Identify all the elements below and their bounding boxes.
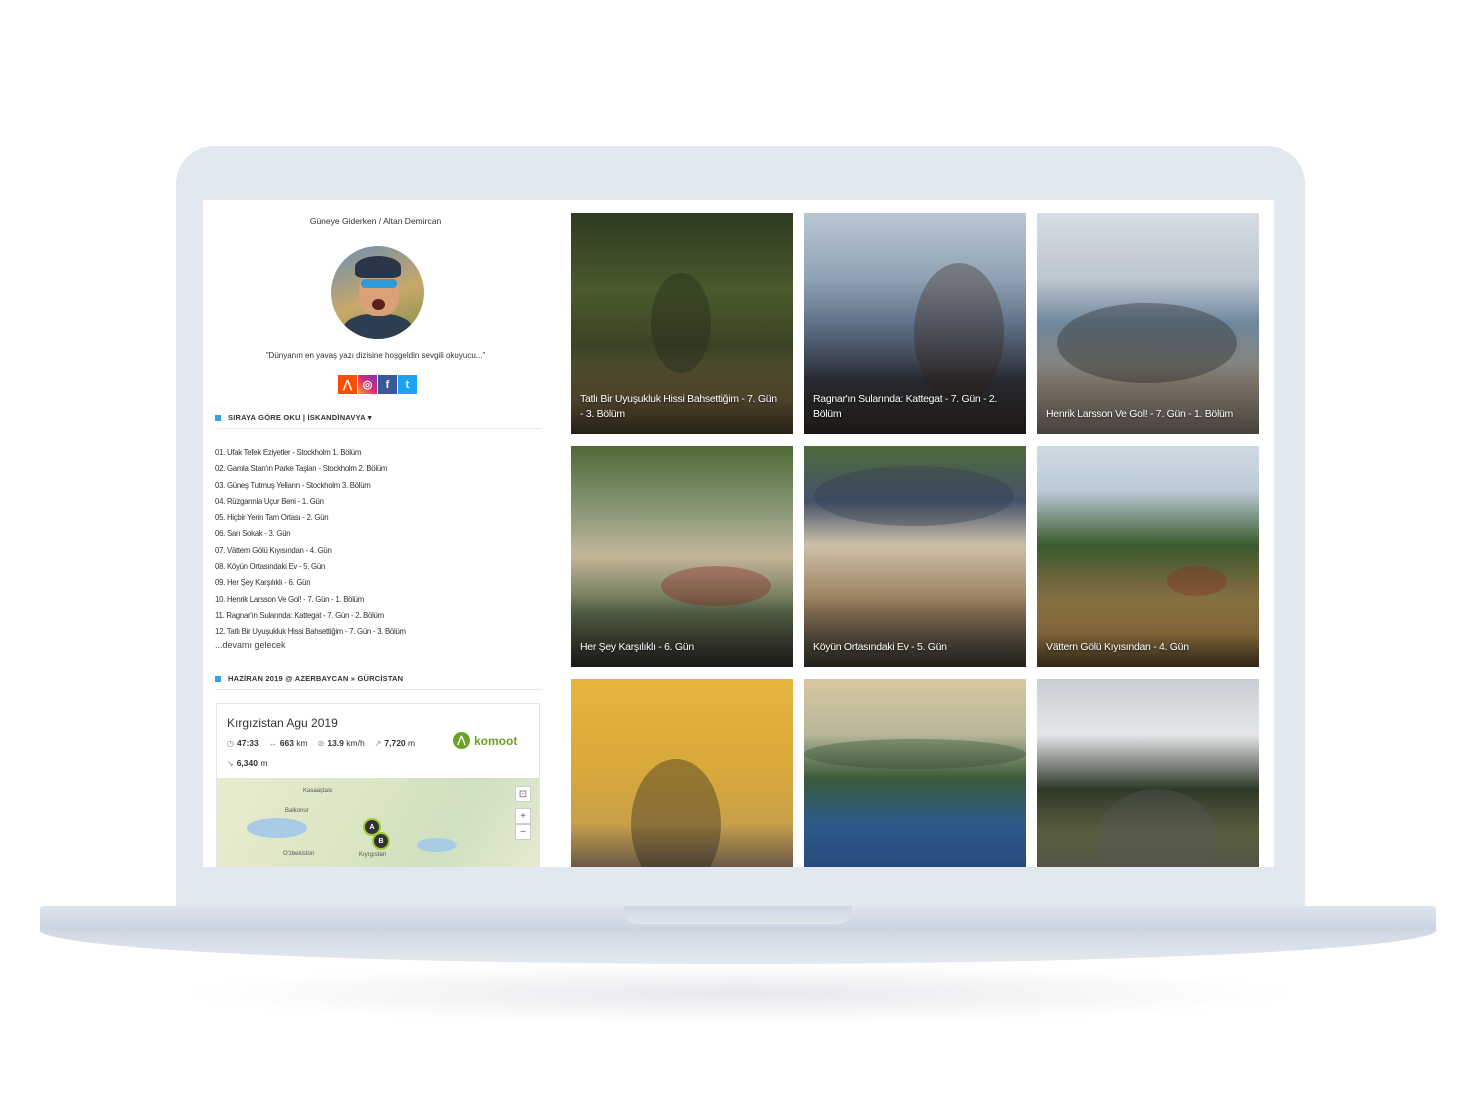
twitter-icon[interactable]: t — [398, 375, 417, 394]
gallery-tile[interactable]: Vättern Gölü Kıyısından - 4. Gün — [1037, 446, 1259, 667]
strava-icon[interactable]: ⋀ — [338, 375, 357, 394]
avatar — [331, 246, 424, 339]
post-link[interactable]: 03. Güneş Tutmuş Yelların - Stockholm 3.… — [215, 477, 406, 493]
laptop-bottom — [40, 930, 1436, 964]
laptop-screen: Güneye Giderken / Altan Demircan "Dünyan… — [203, 200, 1274, 867]
post-link[interactable]: 08. Köyün Ortasındaki Ev - 5. Gün — [215, 558, 406, 574]
facebook-icon[interactable]: f — [378, 375, 397, 394]
map-label: Balkonur — [285, 808, 309, 814]
post-link[interactable]: 11. Ragnar'ın Sularında: Kattegat - 7. G… — [215, 607, 406, 623]
komoot-icon: ⋀ — [453, 732, 470, 749]
tile-caption: Vättern Gölü Kıyısından - 4. Gün — [1046, 641, 1189, 653]
distance-icon: ↔ — [268, 739, 277, 748]
komoot-widget[interactable]: Kırgızistan Agu 2019 ⋀ komoot ◷ 47:33 ↔ 66… — [216, 703, 540, 867]
zoom-out-button[interactable]: − — [515, 824, 531, 840]
post-list: 01. Ufak Tefek Eziyetler - Stockholm 1. … — [215, 444, 422, 640]
gallery-tile[interactable]: Henrik Larsson Ve Gol! - 7. Gün - 1. Böl… — [1037, 213, 1259, 434]
gallery-tile[interactable]: Ragnar'ın Sularında: Kattegat - 7. Gün -… — [804, 213, 1026, 434]
route-end-pin[interactable]: B — [372, 832, 390, 850]
series-heading-label: SIRAYA GÖRE OKU | İSKANDİNAVYA ▾ — [228, 413, 372, 422]
laptop-notch — [624, 906, 852, 924]
gallery-tile[interactable] — [1037, 679, 1259, 867]
komoot-brand: komoot — [474, 733, 518, 748]
tour-title[interactable]: Kırgızistan Agu 2019 — [227, 716, 338, 730]
tour-distance: 663 — [279, 738, 294, 748]
clock-icon: ◷ — [227, 739, 234, 748]
gallery-tile[interactable]: Köyün Ortasındaki Ev - 5. Gün — [804, 446, 1026, 667]
trip-heading-label: HAZİRAN 2019 @ AZERBAYCAN » GÜRCİSTAN — [228, 674, 404, 683]
welcome-quote: "Dünyanın en yavaş yazı dizisine hoşgeld… — [265, 351, 486, 360]
post-link[interactable]: 12. Tatlı Bir Uyuşukluk Hissi Bahsettiği… — [215, 623, 406, 639]
post-link[interactable]: 07. Vättern Gölü Kıyısından - 4. Gün — [215, 542, 406, 558]
tile-caption: Her Şey Karşılıklı - 6. Gün — [580, 641, 694, 653]
descent-unit: m — [260, 758, 268, 768]
map-label: O'zbekiston — [283, 851, 315, 857]
recenter-button[interactable]: ⊡ — [515, 786, 531, 802]
gallery-tile[interactable] — [571, 679, 793, 867]
gallery-tile[interactable] — [804, 679, 1026, 867]
distance-unit: km — [296, 738, 308, 748]
gallery-tile[interactable]: Tatlı Bir Uyuşukluk Hissi Bahsettiğim - … — [571, 213, 793, 434]
series-heading[interactable]: SIRAYA GÖRE OKU | İSKANDİNAVYA ▾ — [215, 413, 541, 429]
tile-caption: Tatlı Bir Uyuşukluk Hissi Bahsettiğim - … — [580, 393, 777, 420]
tour-ascent: 7,720 — [384, 738, 406, 748]
more-coming: ...devamı gelecek — [215, 640, 286, 650]
tile-caption: Henrik Larsson Ve Gol! - 7. Gün - 1. Böl… — [1046, 408, 1233, 420]
heading-marker — [215, 415, 221, 422]
tile-caption: Ragnar'ın Sularında: Kattegat - 7. Gün -… — [813, 393, 998, 420]
sidebar: Güneye Giderken / Altan Demircan "Dünyan… — [203, 200, 548, 867]
post-link[interactable]: 02. Gamla Stan'ın Parke Taşları - Stockh… — [215, 460, 406, 476]
photo-gallery: Tatlı Bir Uyuşukluk Hissi Bahsettiğim - … — [571, 213, 1260, 867]
tour-stats: ◷ 47:33 ↔ 663 km ⊘ 13.9 km/h ↗ 7,720 m — [227, 738, 415, 748]
post-link[interactable]: 04. Rüzgarınla Uçur Beni - 1. Gün — [215, 493, 406, 509]
ascent-unit: m — [408, 738, 416, 748]
social-links: ⋀ ◎ f t — [338, 375, 417, 394]
trip-heading: HAZİRAN 2019 @ AZERBAYCAN » GÜRCİSTAN — [215, 674, 541, 690]
zoom-in-button[interactable]: + — [515, 808, 531, 824]
tile-caption: Köyün Ortasındaki Ev - 5. Gün — [813, 641, 947, 653]
tour-descent-row: ↘ 6,340 m — [227, 758, 267, 768]
tour-duration: 47:33 — [236, 738, 259, 748]
post-link[interactable]: 01. Ufak Tefek Eziyetler - Stockholm 1. … — [215, 444, 406, 460]
descent-icon: ↘ — [227, 759, 234, 768]
post-link[interactable]: 06. Sarı Sokak - 3. Gün — [215, 525, 406, 541]
tour-speed: 13.9 — [327, 738, 344, 748]
map-lake — [417, 838, 457, 852]
map-lake — [247, 818, 307, 838]
instagram-icon[interactable]: ◎ — [358, 375, 377, 394]
post-link[interactable]: 10. Henrik Larsson Ve Gol! - 7. Gün - 1.… — [215, 591, 406, 607]
map-label: Kıyrgıstan — [359, 852, 387, 858]
komoot-logo[interactable]: ⋀ komoot — [453, 732, 517, 749]
site-title[interactable]: Güneye Giderken / Altan Demircan — [203, 216, 548, 226]
speed-unit: km/h — [346, 738, 365, 748]
speed-icon: ⊘ — [317, 739, 325, 748]
gallery-tile[interactable]: Her Şey Karşılıklı - 6. Gün — [571, 446, 793, 667]
laptop-shadow — [180, 964, 1296, 1024]
tour-descent: 6,340 — [236, 758, 258, 768]
route-map[interactable]: Kasaaçtası Balkonur O'zbekiston Kıyrgıst… — [217, 778, 539, 867]
map-label: Kasaaçtası — [303, 788, 333, 794]
heading-marker — [215, 676, 221, 683]
post-link[interactable]: 05. Hiçbir Yerin Tam Ortası - 2. Gün — [215, 509, 406, 525]
ascent-icon: ↗ — [374, 739, 382, 748]
post-link[interactable]: 09. Her Şey Karşılıklı - 6. Gün — [215, 574, 406, 590]
